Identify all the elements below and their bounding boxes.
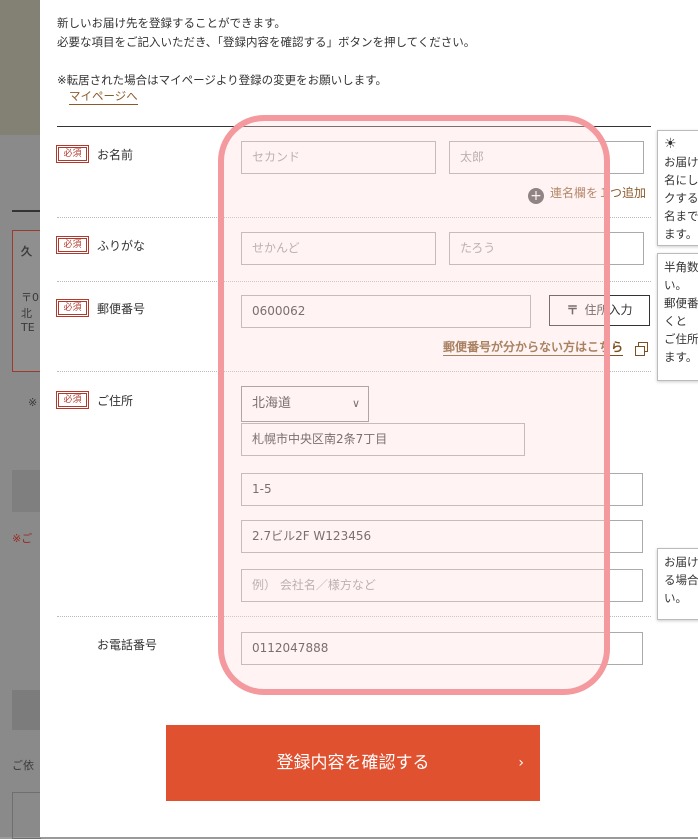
required-badge: 必須 bbox=[56, 145, 89, 163]
background-divider bbox=[12, 210, 40, 212]
row-separator bbox=[57, 371, 651, 372]
address-tooltip: お届け る場合 い。 bbox=[657, 548, 698, 620]
zip-input[interactable]: 0600062 bbox=[241, 295, 531, 328]
intro-line: ※転居された場合はマイページより登録の変更をお願いします。 bbox=[57, 73, 388, 87]
intro-line: 必要な項目をご記入いただき、「登録内容を確認する」ボタンを押してください。 bbox=[57, 35, 476, 49]
address-registration-modal: 新しいお届け先を登録することができます。 必要な項目をご記入いただき、「登録内容… bbox=[40, 0, 698, 837]
required-badge: 必須 bbox=[56, 236, 89, 254]
tooltip-line: い。 bbox=[664, 278, 687, 292]
last-name-kana-input[interactable]: せかんど bbox=[241, 232, 436, 265]
confirm-button-label: 登録内容を確認する bbox=[276, 753, 430, 773]
address-line2-input[interactable]: 2.7ビル2F W123456 bbox=[241, 520, 643, 553]
row-separator bbox=[57, 217, 651, 218]
address-line1-input[interactable]: 1-5 bbox=[241, 473, 643, 506]
form-top-border bbox=[57, 126, 651, 127]
required-badge: 必須 bbox=[56, 391, 89, 409]
intro-line: 新しいお届け先を登録することができます。 bbox=[57, 16, 286, 30]
city-input[interactable]: 札幌市中央区南2条7丁目 bbox=[241, 423, 525, 456]
background-page: 久 〒0 北 TE ※ ※ご ご依 bbox=[0, 0, 41, 839]
background-card-line: 北 bbox=[21, 307, 32, 320]
tooltip-line: 名まで bbox=[664, 209, 698, 223]
background-box bbox=[12, 792, 41, 839]
tooltip-line: 半角数 bbox=[664, 260, 698, 274]
last-name-input[interactable]: セカンド bbox=[241, 141, 436, 174]
prefecture-select[interactable]: 北海道 ∨ bbox=[241, 386, 369, 422]
name-label: お名前 bbox=[97, 148, 134, 162]
address-lookup-label: 住所入力 bbox=[584, 303, 633, 317]
phone-input[interactable]: 0112047888 bbox=[241, 632, 643, 665]
tooltip-line: ます。 bbox=[664, 350, 698, 364]
tooltip-line: ご住所 bbox=[664, 332, 698, 346]
zip-tooltip: 半角数 い。 郵便番 くと ご住所 ます。 bbox=[657, 253, 698, 381]
background-banner bbox=[0, 0, 40, 135]
intro-text: 新しいお届け先を登録することができます。 必要な項目をご記入いただき、「登録内容… bbox=[57, 14, 475, 90]
row-separator bbox=[57, 281, 651, 282]
tooltip-line: 名にし bbox=[664, 173, 698, 187]
background-card-line: TE bbox=[21, 321, 35, 334]
background-text: ご依 bbox=[12, 759, 34, 772]
confirm-button[interactable]: 登録内容を確認する › bbox=[166, 725, 540, 801]
tooltip-line: ます。 bbox=[664, 227, 698, 241]
address-line3-input[interactable]: 例） 会社名／様方など bbox=[241, 569, 643, 602]
name-tooltip: ☀ お届け 名にし クする 名まで ます。 bbox=[657, 130, 698, 246]
address-lookup-button[interactable]: 〒住所入力 bbox=[549, 295, 650, 326]
lightbulb-icon: ☀ bbox=[664, 136, 677, 152]
tooltip-line: い。 bbox=[664, 591, 687, 605]
background-note: ※ bbox=[28, 396, 38, 409]
first-name-input[interactable]: 太郎 bbox=[449, 141, 644, 174]
zip-label: 郵便番号 bbox=[97, 302, 146, 316]
chevron-right-icon: › bbox=[518, 755, 524, 771]
background-card-title: 久 bbox=[21, 245, 32, 258]
prefecture-value: 北海道 bbox=[252, 396, 292, 411]
add-joint-name-label: 連名欄を１つ追加 bbox=[550, 186, 647, 200]
tooltip-line: くと bbox=[664, 314, 687, 328]
row-separator bbox=[57, 616, 651, 617]
tooltip-line: お届け bbox=[664, 155, 698, 169]
background-address-card: 久 〒0 北 TE bbox=[12, 230, 41, 372]
plus-circle-icon: + bbox=[528, 188, 544, 204]
first-name-kana-input[interactable]: たろう bbox=[449, 232, 644, 265]
tooltip-line: 郵便番 bbox=[664, 296, 698, 310]
background-block bbox=[12, 690, 40, 730]
tooltip-line: クする bbox=[664, 191, 698, 205]
phone-label: お電話番号 bbox=[97, 638, 158, 652]
mypage-link[interactable]: マイページへ bbox=[69, 89, 138, 105]
zip-help-link[interactable]: 郵便番号が分からない方はこちら bbox=[443, 340, 624, 356]
background-block bbox=[12, 470, 40, 512]
tooltip-line: る場合 bbox=[664, 573, 698, 587]
kana-label: ふりがな bbox=[97, 239, 146, 253]
add-joint-name-link[interactable]: + 連名欄を１つ追加 bbox=[528, 184, 646, 204]
postal-mark-icon: 〒 bbox=[566, 303, 579, 317]
required-badge: 必須 bbox=[56, 299, 89, 317]
external-link-icon bbox=[635, 342, 648, 356]
background-card-line: 〒0 bbox=[21, 291, 39, 304]
address-label: ご住所 bbox=[97, 394, 134, 408]
tooltip-line: お届け bbox=[664, 555, 698, 569]
background-red-note: ※ご bbox=[12, 532, 33, 545]
chevron-down-icon: ∨ bbox=[351, 397, 360, 410]
